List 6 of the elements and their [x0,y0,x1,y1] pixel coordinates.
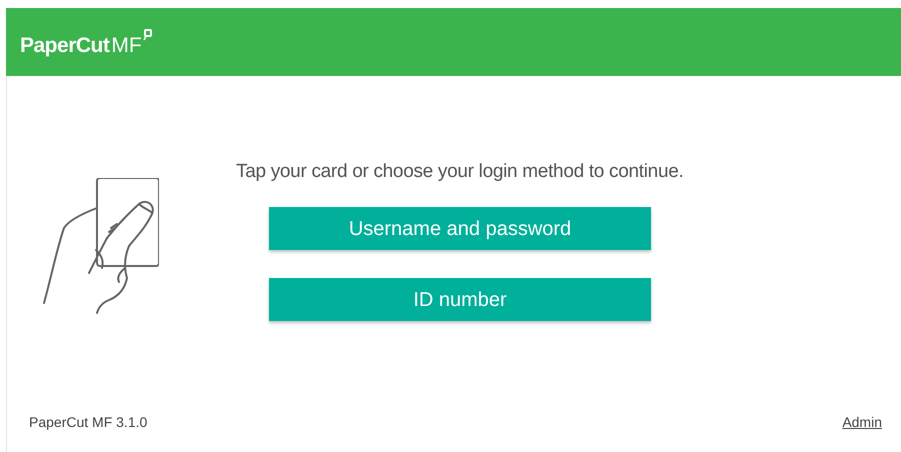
login-method-button[interactable]: Username and password [269,207,651,250]
login-prompt: Tap your card or choose your login method to continue. [236,162,684,181]
login-method-button[interactable]: ID number [269,278,651,321]
admin-link[interactable]: Admin [842,412,882,433]
version-text: PaperCut MF 3.1.0 [29,413,148,432]
logo: PaperCutMF [20,28,152,56]
